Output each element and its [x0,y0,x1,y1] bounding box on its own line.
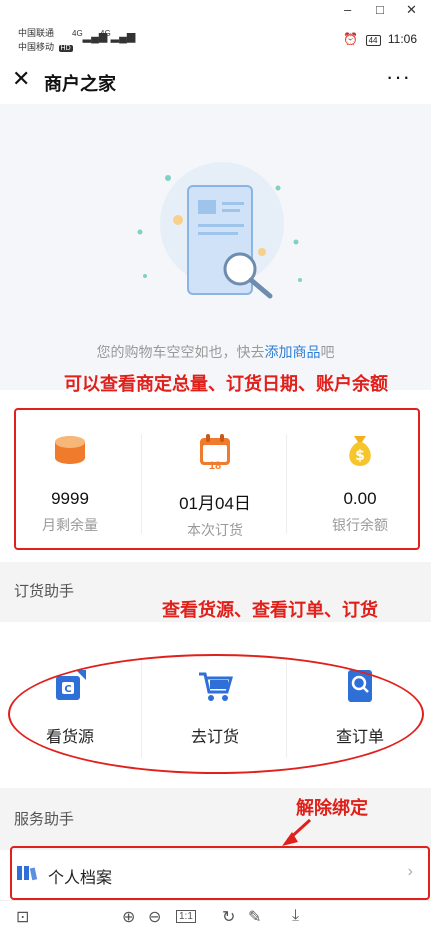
fit-screen-icon[interactable]: ⊡ [16,907,29,927]
signal-icon-2: 4G▂▄▆ [100,29,136,43]
rotate-icon[interactable]: ↻ [222,907,235,927]
battery-icon: 44 [365,35,381,46]
clock: 11:06 [387,32,417,46]
hd-badge: HD [58,45,73,52]
page-title: 商户之家 [44,74,116,94]
minimize-button[interactable]: – [344,2,351,17]
empty-cart-suffix: 吧 [320,344,335,360]
actual-size-icon[interactable]: 1:1 [176,910,196,923]
maximize-button[interactable]: □ [376,2,384,17]
network-type-1: 4G [72,29,83,38]
edit-icon[interactable]: ✎ [248,907,261,927]
annotation-helpers: 查看货源、查看订单、订货 [162,600,378,620]
zoom-in-icon[interactable]: ⊕ [122,907,135,927]
annotation-box-stats [14,408,420,550]
annotation-ellipse-helpers [8,654,424,774]
download-icon[interactable]: ⤓ [292,907,299,925]
section-title: 订货助手 [14,583,75,600]
status-bar: 中国联通 中国移动 HD 4G▂▄▆ 4G▂▄▆ ⏰ 44 11:06 [0,22,431,58]
empty-document-illustration [137,162,302,299]
section-title: 服务助手 [14,811,75,828]
network-type-2: 4G [100,29,111,38]
carrier-2-name: 中国移动 [18,42,55,52]
status-right: ⏰ 44 11:06 [343,32,417,46]
add-product-link[interactable]: 添加商品 [265,344,321,360]
more-menu-icon[interactable]: ··· [386,64,411,90]
alarm-icon: ⏰ [343,32,359,46]
carrier-1: 中国联通 [18,28,55,38]
empty-cart-text: 您的购物车空空如也，快去 [96,344,265,360]
carrier-2: 中国移动 HD [18,40,73,53]
annotation-box-profile [10,846,430,900]
window-close-button[interactable]: ✕ [406,2,417,18]
zoom-out-icon[interactable]: ⊖ [148,907,161,927]
empty-cart-panel: 您的购物车空空如也，快去添加商品吧 [0,104,431,390]
battery-level: 44 [368,36,378,45]
app-header: ✕ 商户之家 ··· [0,58,431,104]
empty-cart-message: 您的购物车空空如也，快去添加商品吧 [0,342,431,362]
viewer-toolbar: ⊡ ⊕ ⊖ 1:1 ↻ ✎ ⤓ [0,900,431,946]
window-titlebar: – □ ✕ [0,0,431,22]
close-icon[interactable]: ✕ [12,66,30,92]
